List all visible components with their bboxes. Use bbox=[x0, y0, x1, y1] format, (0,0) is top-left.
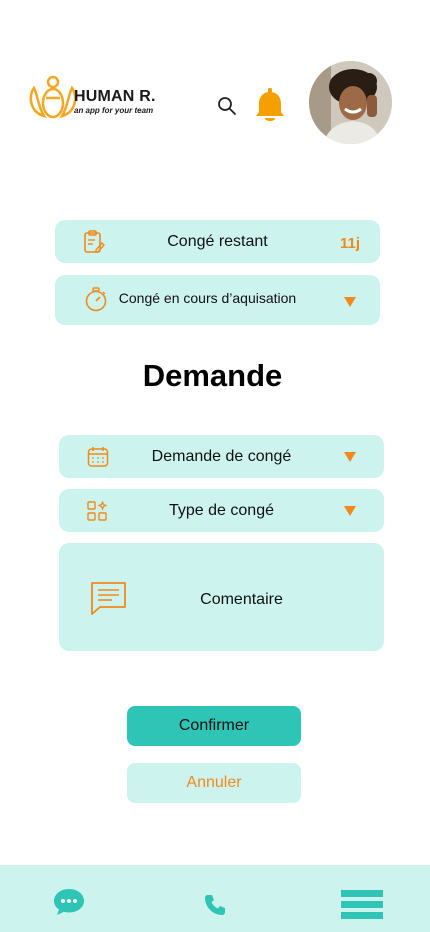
comment-label: Comentaire bbox=[200, 591, 283, 608]
bottom-navigation bbox=[0, 865, 430, 932]
user-avatar[interactable] bbox=[309, 61, 392, 144]
avatar-photo bbox=[309, 61, 392, 144]
cancel-button[interactable]: Annuler bbox=[127, 763, 301, 803]
chat-icon[interactable] bbox=[53, 888, 85, 916]
app-logo: HUMAN R. an app for your team bbox=[26, 74, 166, 122]
chevron-down-icon bbox=[344, 452, 356, 462]
chevron-down-icon bbox=[344, 506, 356, 516]
leave-balance-card: Congé restant 11j bbox=[55, 220, 380, 263]
comment-field[interactable]: Comentaire bbox=[59, 543, 384, 651]
brand-tagline: an app for your team bbox=[74, 106, 154, 115]
leave-accrual-dropdown[interactable]: Congé en cours d’aquisation bbox=[55, 275, 380, 325]
bell-icon[interactable] bbox=[254, 88, 286, 124]
leave-balance-label: Congé restant bbox=[167, 233, 268, 250]
search-icon[interactable] bbox=[217, 96, 237, 116]
confirm-button[interactable]: Confirmer bbox=[127, 706, 301, 746]
leave-type-dropdown[interactable]: Type de congé bbox=[59, 489, 384, 532]
phone-icon[interactable] bbox=[204, 894, 226, 916]
page-title: Demande bbox=[142, 358, 283, 393]
chevron-down-icon bbox=[344, 297, 356, 307]
menu-icon[interactable] bbox=[341, 890, 383, 920]
leave-request-label: Demande de congé bbox=[151, 448, 292, 465]
leave-request-dropdown[interactable]: Demande de congé bbox=[59, 435, 384, 478]
brand-name: HUMAN R. bbox=[74, 88, 156, 105]
leave-accrual-label: Congé en cours d’aquisation bbox=[118, 290, 297, 306]
leave-balance-value: 11j bbox=[339, 235, 360, 252]
leave-type-label: Type de congé bbox=[169, 502, 274, 519]
